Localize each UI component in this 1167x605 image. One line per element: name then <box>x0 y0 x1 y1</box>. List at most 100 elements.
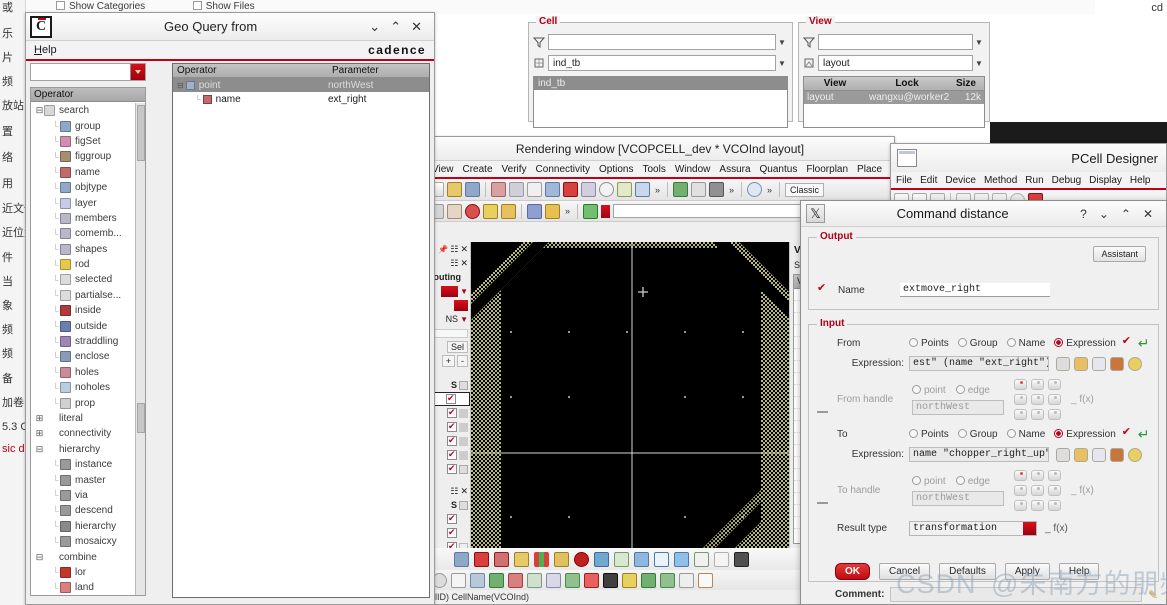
menu-connectivity[interactable]: Connectivity <box>536 164 590 175</box>
from-radio-group[interactable]: Group <box>957 338 998 349</box>
panel-close-icon[interactable]: ✕ <box>460 244 468 255</box>
handle-nub-ne[interactable] <box>1048 470 1061 481</box>
menu-view[interactable]: View <box>432 164 454 175</box>
view-table[interactable]: View Lock Size layout wangxu@worker2 12k <box>803 76 985 128</box>
mail-icon[interactable] <box>451 572 466 588</box>
output-name-input[interactable]: extmove_right <box>900 283 1050 297</box>
geo-menu-help[interactable]: HHelpelp <box>34 44 57 56</box>
to-handle-checkbox[interactable] <box>817 493 828 504</box>
minimize-icon[interactable]: ⌄ <box>369 20 380 33</box>
geo-search-combo[interactable] <box>30 63 146 81</box>
from-handle-fx[interactable]: _ f(x) <box>1071 394 1094 405</box>
panel-float-icon[interactable]: ☷ <box>450 486 458 497</box>
show-categories-checkbox[interactable] <box>56 1 65 10</box>
from-expression-input[interactable]: est" (name "ext_right")) <box>909 356 1049 371</box>
close-icon[interactable]: ✕ <box>1143 208 1153 220</box>
operator-tree-scrollbar[interactable] <box>135 103 145 595</box>
to-expression-input[interactable]: name "chopper_right_up")) <box>909 447 1049 462</box>
panel-float-icon[interactable]: ☷ <box>450 258 458 269</box>
layer-visibility-checkbox[interactable] <box>447 463 457 474</box>
to-radio-points[interactable]: Points <box>909 429 949 440</box>
to-handle-fx[interactable]: _ f(x) <box>1071 485 1094 496</box>
tree-item-via[interactable]: └ via <box>31 488 145 503</box>
layer-visibility-checkbox[interactable] <box>447 407 457 418</box>
error-icon[interactable] <box>545 203 560 219</box>
panel-close-icon[interactable]: ✕ <box>460 486 468 497</box>
maximize-icon[interactable]: ⌃ <box>1121 208 1131 220</box>
layer-scroll-up-icon-2[interactable] <box>459 500 468 510</box>
handle-nub-s[interactable] <box>1031 409 1044 420</box>
view-filter-caret-icon[interactable]: ▼ <box>973 38 985 47</box>
move-obj-icon[interactable] <box>641 572 656 588</box>
rendering-window-titlebar[interactable]: Rendering window [VCOPCELL_dev * VCOInd … <box>426 137 894 161</box>
layer-visibility-checkbox[interactable] <box>447 527 457 538</box>
output-name-checkbox[interactable] <box>817 281 828 296</box>
tree-item-shapes[interactable]: └ shapes <box>31 242 145 257</box>
tree-item-hierarchy[interactable]: ⊟ hierarchy <box>31 442 145 457</box>
net-icon[interactable] <box>673 182 689 197</box>
layer-visibility-checkbox[interactable] <box>447 513 457 524</box>
ruler-icon[interactable] <box>635 182 650 197</box>
to-handle-input[interactable]: northWest <box>912 491 1004 506</box>
copy-icon[interactable] <box>527 182 542 197</box>
command-dialog-titlebar[interactable]: 𝕏 Command distance ? ⌄ ⌃ ✕ <box>801 201 1166 227</box>
view-col-view[interactable]: View <box>804 77 866 90</box>
to-browse-icon[interactable] <box>1056 447 1070 462</box>
from-copy-icon[interactable] <box>1092 356 1106 371</box>
trident-icon[interactable] <box>508 572 523 588</box>
cell-name-input[interactable]: ind_tb <box>548 55 776 71</box>
arrow-right-icon[interactable] <box>674 551 689 567</box>
help-button[interactable]: Help <box>1058 563 1100 580</box>
handle-nub-n[interactable] <box>1031 470 1044 481</box>
view-name-caret-icon[interactable]: ▼ <box>973 59 985 68</box>
tree-item-outside[interactable]: └ outside <box>31 318 145 333</box>
geo-query-titlebar[interactable]: C Geo Query from ⌄ ⌃ ✕ <box>26 13 434 41</box>
ok-button[interactable]: OK <box>835 563 870 580</box>
tree-item-search[interactable]: ⊟ search <box>31 103 145 118</box>
tree-expander-icon[interactable]: ⊞ <box>35 428 44 439</box>
tree-item-descend[interactable]: └ descend <box>31 503 145 518</box>
menu-verify[interactable]: Verify <box>502 164 527 175</box>
col-operator[interactable]: Operator <box>173 64 328 77</box>
routing-color-swatch-2[interactable] <box>454 299 468 311</box>
pcell-menu-run[interactable]: Run <box>1025 175 1043 186</box>
waveform-icon[interactable] <box>698 572 713 588</box>
maximize-icon[interactable]: ⌃ <box>390 20 401 33</box>
from-radio-expression[interactable]: Expression <box>1054 338 1116 349</box>
pcell-menu-device[interactable]: Device <box>945 175 976 186</box>
tree-item-connectivity[interactable]: ⊞ connectivity <box>31 426 145 441</box>
scrollbar-thumb-secondary[interactable] <box>137 403 145 433</box>
assistant-button[interactable]: Assistant <box>1093 246 1146 262</box>
handle-nub-nw[interactable] <box>1014 379 1027 390</box>
compare-icon[interactable] <box>527 203 542 219</box>
tree-expander-icon[interactable]: ⊟ <box>35 444 44 455</box>
probe-icon[interactable] <box>501 203 516 219</box>
tree-item-objtype[interactable]: └ objtype <box>31 180 145 195</box>
pcell-designer-titlebar[interactable]: PCell Designer <box>891 144 1166 172</box>
move-icon[interactable] <box>509 182 524 197</box>
from-apply-icon[interactable]: ↵ <box>1138 335 1150 352</box>
view-col-size[interactable]: Size <box>948 77 984 90</box>
handle-nub-nw[interactable] <box>1014 470 1027 481</box>
net-tool-icon[interactable] <box>594 551 609 567</box>
toolbar-overflow-icon[interactable]: » <box>563 206 572 216</box>
cell-list-item[interactable]: ind_tb <box>534 77 787 90</box>
deselect-icon[interactable] <box>447 203 462 219</box>
distribute-icon[interactable] <box>660 572 675 588</box>
layer-visibility-checkbox[interactable] <box>447 449 457 460</box>
from-handle-radio-edge[interactable]: edge <box>955 385 990 396</box>
from-paste-icon[interactable] <box>1110 356 1124 371</box>
handle-nub-e[interactable] <box>1048 394 1061 405</box>
handle-nub-sw[interactable] <box>1014 409 1027 420</box>
menu-create[interactable]: Create <box>463 164 493 175</box>
from-expression-checkbox[interactable] <box>1122 334 1133 349</box>
search-icon[interactable] <box>747 182 763 197</box>
tree-item-members[interactable]: └ members <box>31 211 145 226</box>
arrow-in-icon[interactable] <box>654 551 669 567</box>
to-edit-icon[interactable] <box>1074 447 1088 462</box>
handle-nub-s[interactable] <box>1031 500 1044 511</box>
handle-nub-se[interactable] <box>1048 500 1061 511</box>
ruler-tool-icon[interactable] <box>454 551 469 567</box>
view-col-lock[interactable]: Lock <box>866 77 948 90</box>
layout-canvas[interactable] <box>471 242 791 560</box>
